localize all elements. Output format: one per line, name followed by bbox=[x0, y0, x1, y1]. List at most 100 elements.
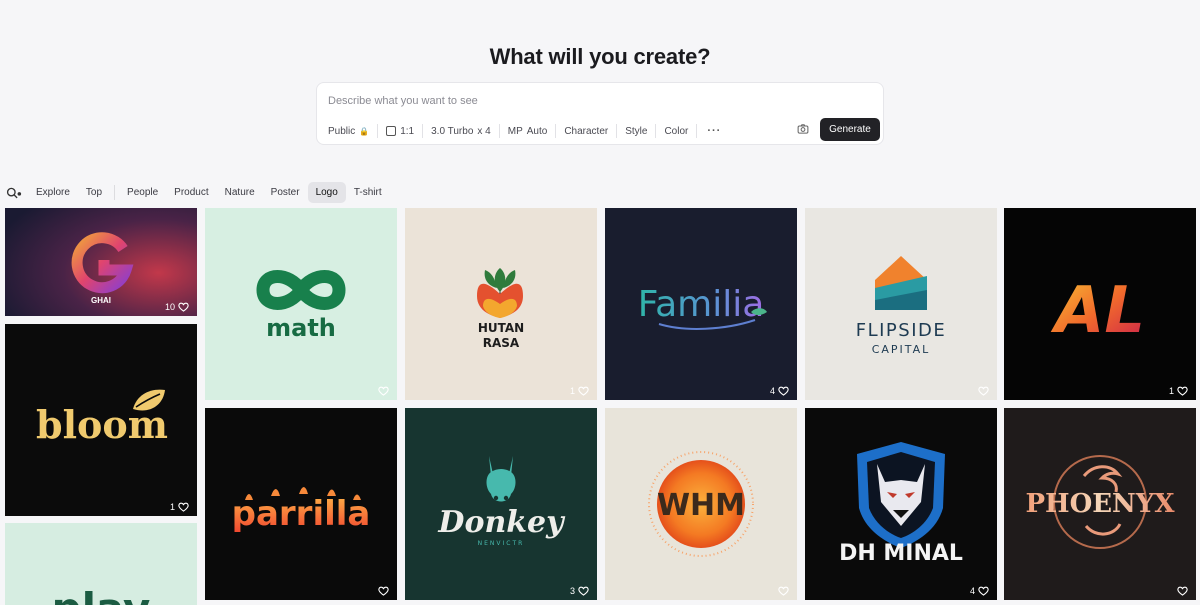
divider bbox=[422, 124, 424, 138]
logo-image: GHAI bbox=[5, 208, 197, 316]
gallery-card[interactable]: play bbox=[5, 523, 197, 605]
tab-poster[interactable]: Poster bbox=[263, 182, 308, 203]
model-select[interactable]: 3.0 Turbo x 4 bbox=[431, 126, 491, 137]
heart-icon bbox=[378, 586, 389, 596]
heart-icon bbox=[978, 386, 989, 396]
like-counter[interactable]: 4 bbox=[970, 586, 989, 596]
like-counter[interactable]: 1 bbox=[1169, 386, 1188, 396]
gallery-card[interactable]: FLIPSIDE CAPITAL bbox=[805, 208, 997, 400]
like-counter[interactable] bbox=[375, 386, 389, 396]
divider bbox=[696, 124, 698, 138]
logo-image: math bbox=[205, 208, 397, 400]
character-button[interactable]: Character bbox=[564, 126, 608, 137]
like-count: 10 bbox=[164, 302, 175, 312]
gallery-card[interactable]: parrilla bbox=[205, 408, 397, 600]
gallery-card[interactable]: PHOENYX bbox=[1004, 408, 1196, 600]
logo-text: FLIPSIDE bbox=[856, 320, 947, 341]
tab-logo[interactable]: Logo bbox=[307, 182, 346, 203]
divider bbox=[655, 124, 657, 138]
divider bbox=[555, 124, 557, 138]
heart-icon bbox=[1177, 586, 1188, 596]
like-count: 4 bbox=[969, 586, 975, 596]
logo-text: DH MINAL bbox=[839, 541, 963, 566]
divider bbox=[114, 185, 116, 200]
aspect-ratio-label: 1:1 bbox=[400, 125, 415, 137]
logo-subtitle: CAPITAL bbox=[872, 343, 931, 356]
gallery-card[interactable]: DH MINAL 4 bbox=[805, 408, 997, 600]
logo-subtitle: NENVICTR bbox=[478, 540, 525, 547]
aspect-ratio-select[interactable]: 1:1 bbox=[386, 126, 414, 137]
logo-text: WHM bbox=[657, 488, 745, 523]
heart-icon bbox=[778, 386, 789, 396]
like-counter[interactable]: 3 bbox=[570, 586, 589, 596]
logo-image: Donkey NENVICTR bbox=[405, 408, 597, 600]
heart-icon bbox=[978, 586, 989, 596]
like-counter[interactable]: 4 bbox=[770, 386, 789, 396]
style-button[interactable]: Style bbox=[625, 126, 647, 137]
color-label: Color bbox=[664, 125, 689, 137]
like-counter[interactable]: 10 bbox=[165, 302, 189, 312]
prompt-input[interactable] bbox=[328, 92, 868, 110]
prompt-panel: Public 🔒 1:1 3.0 Turbo x 4 MP Auto Chara… bbox=[316, 82, 884, 145]
gallery-card[interactable]: Familia 4 bbox=[605, 208, 797, 400]
heart-icon bbox=[778, 586, 789, 596]
logo-text: play bbox=[52, 584, 151, 605]
search-icon[interactable] bbox=[6, 186, 22, 200]
logo-image: play bbox=[5, 523, 197, 605]
logo-image: bloom bbox=[5, 324, 197, 516]
logo-image: Familia bbox=[605, 208, 797, 400]
gallery-card[interactable]: bloom 1 bbox=[5, 324, 197, 516]
like-counter[interactable] bbox=[1174, 586, 1188, 596]
visibility-toggle[interactable]: Public 🔒 bbox=[328, 126, 369, 137]
gallery-card[interactable]: AL 1 bbox=[1004, 208, 1196, 400]
logo-image: DH MINAL bbox=[805, 408, 997, 600]
more-options-icon[interactable]: ··· bbox=[707, 125, 721, 137]
gallery-card[interactable]: Donkey NENVICTR 3 bbox=[405, 408, 597, 600]
megapixel-label: MP bbox=[507, 125, 523, 137]
like-counter[interactable] bbox=[975, 386, 989, 396]
gallery-card[interactable]: HUTAN RASA 1 bbox=[405, 208, 597, 400]
logo-image: WHM bbox=[605, 408, 797, 600]
logo-text: math bbox=[266, 314, 336, 342]
image-upload-icon[interactable] bbox=[797, 123, 809, 135]
heart-icon bbox=[178, 302, 189, 312]
character-label: Character bbox=[564, 125, 609, 137]
generate-button[interactable]: Generate bbox=[820, 118, 880, 141]
logo-text: bloom bbox=[36, 402, 168, 447]
heart-icon bbox=[578, 386, 589, 396]
gallery-card[interactable]: math bbox=[205, 208, 397, 400]
lock-icon: 🔒 bbox=[359, 126, 370, 136]
tab-nature[interactable]: Nature bbox=[217, 182, 263, 203]
gallery-card[interactable]: WHM bbox=[605, 408, 797, 600]
like-counter[interactable]: 1 bbox=[570, 386, 589, 396]
logo-image: HUTAN RASA bbox=[405, 208, 597, 400]
style-label: Style bbox=[625, 125, 648, 137]
filter-bar: Explore Top People Product Nature Poster… bbox=[6, 181, 390, 204]
tab-top[interactable]: Top bbox=[78, 182, 110, 203]
megapixel-select[interactable]: MP Auto bbox=[508, 126, 548, 137]
gallery-card[interactable]: GHAI 10 bbox=[5, 208, 197, 316]
logo-text: Donkey bbox=[437, 505, 566, 540]
logo-text: AL bbox=[1050, 274, 1145, 348]
like-counter[interactable]: 1 bbox=[170, 502, 189, 512]
logo-image: parrilla bbox=[205, 408, 397, 600]
like-counter[interactable] bbox=[775, 586, 789, 596]
visibility-label: Public bbox=[328, 125, 356, 137]
logo-text: HUTAN bbox=[478, 321, 524, 335]
divider bbox=[616, 124, 618, 138]
like-count: 3 bbox=[569, 586, 575, 596]
logo-text: Familia bbox=[638, 284, 765, 325]
tab-tshirt[interactable]: T-shirt bbox=[346, 182, 390, 203]
tab-product[interactable]: Product bbox=[166, 182, 216, 203]
tab-explore[interactable]: Explore bbox=[28, 182, 78, 203]
megapixel-value: Auto bbox=[526, 125, 548, 137]
heart-icon bbox=[1177, 386, 1188, 396]
like-count: 4 bbox=[769, 386, 775, 396]
heart-icon bbox=[178, 502, 189, 512]
color-button[interactable]: Color bbox=[664, 126, 688, 137]
heart-icon bbox=[378, 386, 389, 396]
like-count: 1 bbox=[1168, 386, 1174, 396]
like-counter[interactable] bbox=[375, 586, 389, 596]
tab-people[interactable]: People bbox=[119, 182, 166, 203]
logo-subtitle: RASA bbox=[483, 336, 520, 350]
